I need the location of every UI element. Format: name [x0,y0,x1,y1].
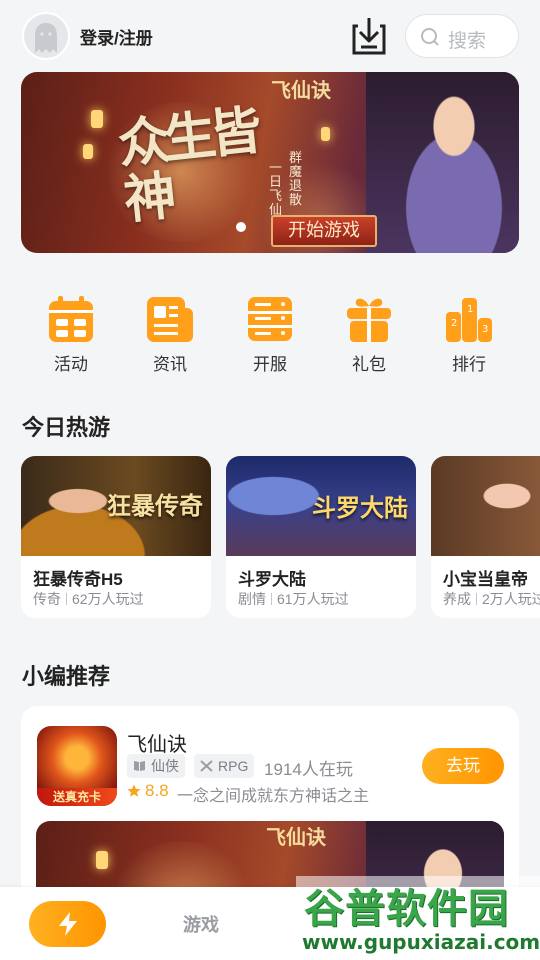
nav-home-button[interactable] [29,901,106,947]
lantern-decoration [321,127,330,141]
svg-text:3: 3 [482,324,488,335]
game-logo: 飞仙诀 [266,825,326,849]
game-logo: 飞仙诀 [271,78,331,102]
game-name: 斗罗大陆 [238,570,306,589]
banner-character-art [366,72,519,253]
quick-item-gift[interactable]: 礼包 [319,280,419,380]
quick-item-label: 排行 [452,355,486,374]
rating-value: 8.8 [145,781,169,800]
hot-games-carousel[interactable]: 狂暴传奇 狂暴传奇H5 传奇 62万人玩过 斗罗大陆 斗罗大陆 剧情 61万人玩过 … [21,456,540,618]
section-title-hot: 今日热游 [22,415,111,440]
search-icon [421,28,439,46]
top-header: 登录/注册 搜索 [0,0,540,70]
banner-subtitle: 一日飞仙 [269,161,283,218]
game-thumbnail [431,456,540,556]
game-card[interactable]: 斗罗大陆 斗罗大陆 剧情 61万人玩过 [226,456,416,618]
site-watermark: 谷普软件园 www.gupuxiazai.com [296,876,540,960]
quick-item-label: 资讯 [153,355,187,374]
watermark-title: 谷普软件园 [304,886,509,932]
game-description: 一念之间成就东方神话之主 [177,788,370,805]
lantern-decoration [96,851,108,869]
watermark-url: www.gupuxiazai.com [302,930,540,954]
game-name: 飞仙诀 [127,734,187,756]
ghost-avatar-icon [35,23,57,53]
quick-item-server[interactable]: 开服 [220,280,320,380]
lantern-decoration [83,144,93,159]
svg-text:1: 1 [467,304,473,315]
game-meta: 传奇 62万人玩过 [33,589,144,609]
quick-item-label: 礼包 [352,355,386,374]
download-manager-button[interactable] [350,16,388,56]
nav-item-games[interactable]: 游戏 [183,911,219,937]
game-meta: 养成 2万人玩过 [443,589,540,609]
avatar[interactable] [22,12,70,60]
news-icon [147,297,193,342]
game-genre: 养成 [443,591,471,607]
carousel-indicator[interactable] [236,222,246,232]
game-thumbnail: 狂暴传奇 [21,456,211,556]
start-game-button[interactable]: 开始游戏 [271,215,377,247]
section-title-recommend: 小编推荐 [22,664,111,689]
rating: 8.8 [127,781,169,801]
calendar-icon [49,296,93,342]
meta-divider [271,593,272,605]
search-placeholder: 搜索 [448,31,487,52]
promo-banner[interactable]: 众生皆神 飞仙诀 一日飞仙 群魔退散 开始游戏 [21,72,519,253]
book-icon [134,761,145,771]
quick-menu: 活动 资讯 开服 礼包 2 1 3 排行 [0,280,540,380]
type-tag-label: RPG [218,758,249,774]
login-register-link[interactable]: 登录/注册 [80,24,153,49]
meta-divider [476,593,477,605]
star-icon [127,784,141,797]
game-players: 2万人玩过 [482,591,540,607]
quick-item-news[interactable]: 资讯 [120,280,220,380]
thumb-title: 狂暴传奇 [107,491,203,520]
quick-item-label: 活动 [54,355,88,374]
game-players: 61万人玩过 [277,591,349,607]
podium-icon: 2 1 3 [446,298,492,342]
banner-subtitle: 群魔退散 [289,151,303,208]
game-card[interactable]: 小宝当皇帝 养成 2万人玩过 [431,456,540,618]
icon-promo-tag: 送真充卡 [37,788,117,806]
meta-divider [66,593,67,605]
lantern-decoration [91,110,103,128]
game-icon[interactable]: 送真充卡 [37,726,117,806]
quick-item-activity[interactable]: 活动 [21,280,121,380]
game-genre: 传奇 [33,591,61,607]
thumb-title: 斗罗大陆 [312,493,408,522]
play-button[interactable]: 去玩 [422,748,504,784]
swords-icon [200,760,213,772]
lightning-icon [59,912,77,936]
game-name: 小宝当皇帝 [443,570,528,589]
download-icon [352,18,386,55]
banner-calligraphy: 众生皆神 [115,100,259,231]
type-tag: RPG [194,754,255,778]
game-meta: 剧情 61万人玩过 [238,589,349,609]
search-input[interactable]: 搜索 [405,14,519,58]
genre-tag-label: 仙侠 [151,758,179,774]
svg-text:2: 2 [451,318,457,329]
server-icon [248,297,292,341]
game-card[interactable]: 狂暴传奇 狂暴传奇H5 传奇 62万人玩过 [21,456,211,618]
quick-item-rank[interactable]: 2 1 3 排行 [419,280,519,380]
game-name: 狂暴传奇H5 [33,570,123,589]
gift-icon [347,298,391,342]
genre-tag: 仙侠 [127,754,185,778]
game-genre: 剧情 [238,591,266,607]
players-count: 1914人在玩 [264,760,353,779]
quick-item-label: 开服 [253,355,287,374]
game-players: 62万人玩过 [72,591,144,607]
game-thumbnail: 斗罗大陆 [226,456,416,556]
